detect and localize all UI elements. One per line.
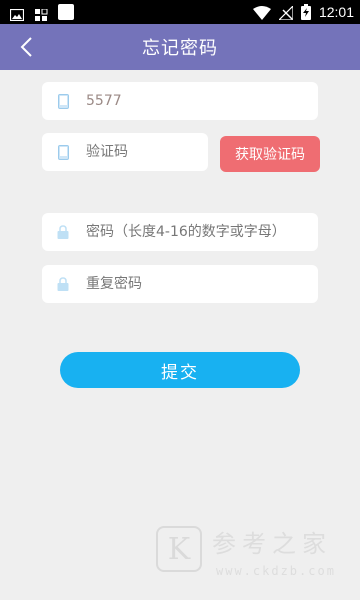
- wifi-icon: [252, 5, 271, 20]
- password-input[interactable]: [86, 213, 318, 251]
- page-title: 忘记密码: [142, 38, 218, 59]
- code-input[interactable]: [86, 133, 208, 171]
- apps-grid-icon: [34, 6, 48, 21]
- no-signal-icon: [277, 4, 294, 21]
- status-left-icons: [9, 4, 74, 22]
- status-time: 12:01: [318, 4, 354, 20]
- lock-icon: [56, 224, 70, 240]
- phone-input[interactable]: [86, 82, 318, 120]
- repeat-password-input[interactable]: [86, 265, 318, 303]
- status-right-icons: 12:01: [252, 4, 354, 21]
- watermark-logo: K: [156, 526, 202, 572]
- blank-square-icon: [58, 4, 74, 20]
- lock-icon: [56, 276, 70, 292]
- repeat-password-field[interactable]: [42, 265, 318, 303]
- header-bar: 忘记密码: [0, 24, 360, 70]
- status-bar: 12:01: [0, 0, 360, 24]
- password-field[interactable]: [42, 213, 318, 251]
- watermark-title: 参考之家: [212, 530, 332, 558]
- get-code-button[interactable]: 获取验证码: [220, 136, 320, 172]
- back-button[interactable]: [12, 32, 40, 62]
- submit-button[interactable]: 提交: [60, 352, 300, 388]
- battery-charging-icon: [300, 4, 311, 20]
- watermark-url: www.ckdzb.com: [216, 564, 336, 578]
- gallery-icon: [9, 6, 25, 22]
- phone-icon: [56, 93, 70, 109]
- watermark: K 参考之家 www.ckdzb.com: [156, 524, 356, 582]
- code-field[interactable]: [42, 133, 208, 171]
- back-chevron-icon: [20, 37, 32, 57]
- phone-field[interactable]: [42, 82, 318, 120]
- phone-icon: [56, 144, 70, 160]
